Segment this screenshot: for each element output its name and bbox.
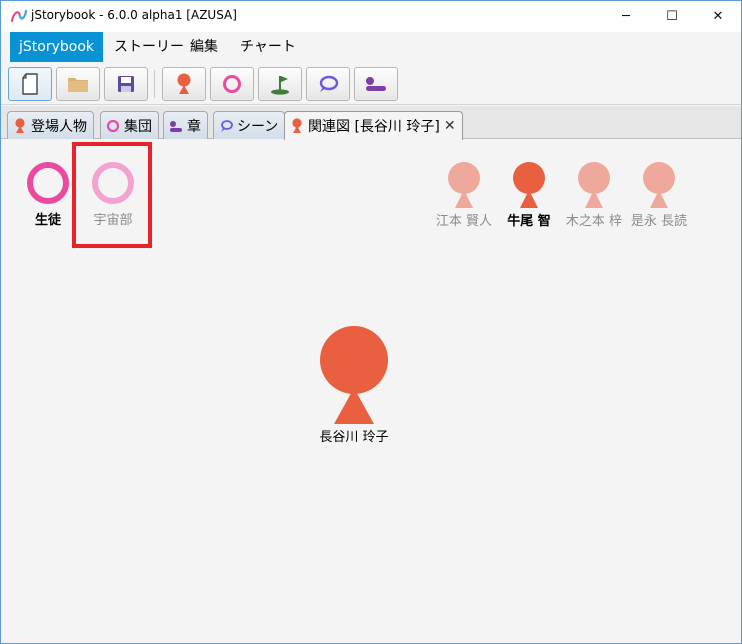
menu-edit[interactable]: 編集 [181,32,227,62]
menu-bar: jStorybook ストーリー 編集 チャート [1,32,741,62]
center-person-label: 長谷川 玲子 [319,430,389,445]
save-button[interactable] [104,67,148,101]
new-file-button[interactable] [8,67,52,101]
person-icon [448,162,480,208]
tab-close-icon[interactable]: ✕ [444,118,456,134]
person-button[interactable] [162,67,206,101]
tab-characters[interactable]: 登場人物 [7,111,94,139]
chapter-icon [170,120,182,132]
close-button[interactable]: ✕ [695,1,741,31]
group-ring-icon [223,75,241,93]
tab-groups-label: 集団 [124,118,152,135]
new-file-icon [22,73,38,95]
menu-story[interactable]: ストーリー [105,32,193,62]
tab-chapters-label: 章 [187,118,201,135]
tab-bar: 登場人物 集団 章 シーン 関連図 [長谷川 玲子] ✕ [1,106,741,140]
person-icon [643,162,675,208]
group-node-students[interactable]: 生徒 [23,162,73,228]
scene-button[interactable] [306,67,350,101]
person-label: 木之本 梓 [565,214,623,229]
person-icon [513,162,545,208]
person-label: 牛尾 智 [507,214,551,229]
person-icon [15,117,25,133]
group-label: 生徒 [34,213,61,228]
center-person-node[interactable]: 長谷川 玲子 [294,326,414,445]
person-label: 是永 長読 [630,214,688,229]
group-ring-icon [27,162,69,204]
tab-groups[interactable]: 集団 [100,111,159,139]
open-folder-button[interactable] [56,67,100,101]
app-logo-icon [10,9,28,23]
person-icon [177,73,191,94]
tab-chapters[interactable]: 章 [163,111,208,139]
person-node[interactable]: 木之本 梓 [564,162,624,229]
person-node[interactable]: 牛尾 智 [499,162,559,229]
person-icon [292,118,302,133]
title-bar: jStorybook - 6.0.0 alpha1 [AZUSA] ─ ☐ ✕ [1,1,741,32]
place-flag-icon [271,76,289,95]
menu-chart[interactable]: チャート [231,32,305,62]
app-window: jStorybook - 6.0.0 alpha1 [AZUSA] ─ ☐ ✕ … [0,0,742,644]
person-label: 江本 賢人 [435,214,493,229]
chapter-icon [366,77,386,91]
person-icon [578,162,610,208]
tab-relation-chart[interactable]: 関連図 [長谷川 玲子] ✕ [284,111,463,140]
person-node[interactable]: 江本 賢人 [434,162,494,229]
menu-jstorybook[interactable]: jStorybook [10,32,103,62]
save-icon [118,76,134,92]
scene-bubble-icon [319,75,339,92]
person-icon [320,326,388,424]
group-button[interactable] [210,67,254,101]
tab-scenes[interactable]: シーン [213,111,286,139]
toolbar-separator [154,70,155,98]
scene-bubble-icon [221,119,233,132]
folder-icon [68,78,88,92]
maximize-button[interactable]: ☐ [649,1,695,31]
minimize-button[interactable]: ─ [603,1,649,31]
tab-scenes-label: シーン [237,118,279,135]
tab-characters-label: 登場人物 [31,118,87,135]
relation-diagram: 生徒 宇宙部 江本 賢人 牛尾 智 木之本 梓 是永 長読 長谷川 玲子 [1,140,741,643]
chapter-button[interactable] [354,67,398,101]
group-ring-icon [106,119,120,132]
person-node[interactable]: 是永 長読 [629,162,689,229]
place-button[interactable] [258,67,302,101]
selection-highlight-box [72,142,152,248]
window-title: jStorybook - 6.0.0 alpha1 [AZUSA] [31,8,237,22]
toolbar [1,62,741,105]
tab-relation-chart-label: 関連図 [長谷川 玲子] [308,119,440,135]
